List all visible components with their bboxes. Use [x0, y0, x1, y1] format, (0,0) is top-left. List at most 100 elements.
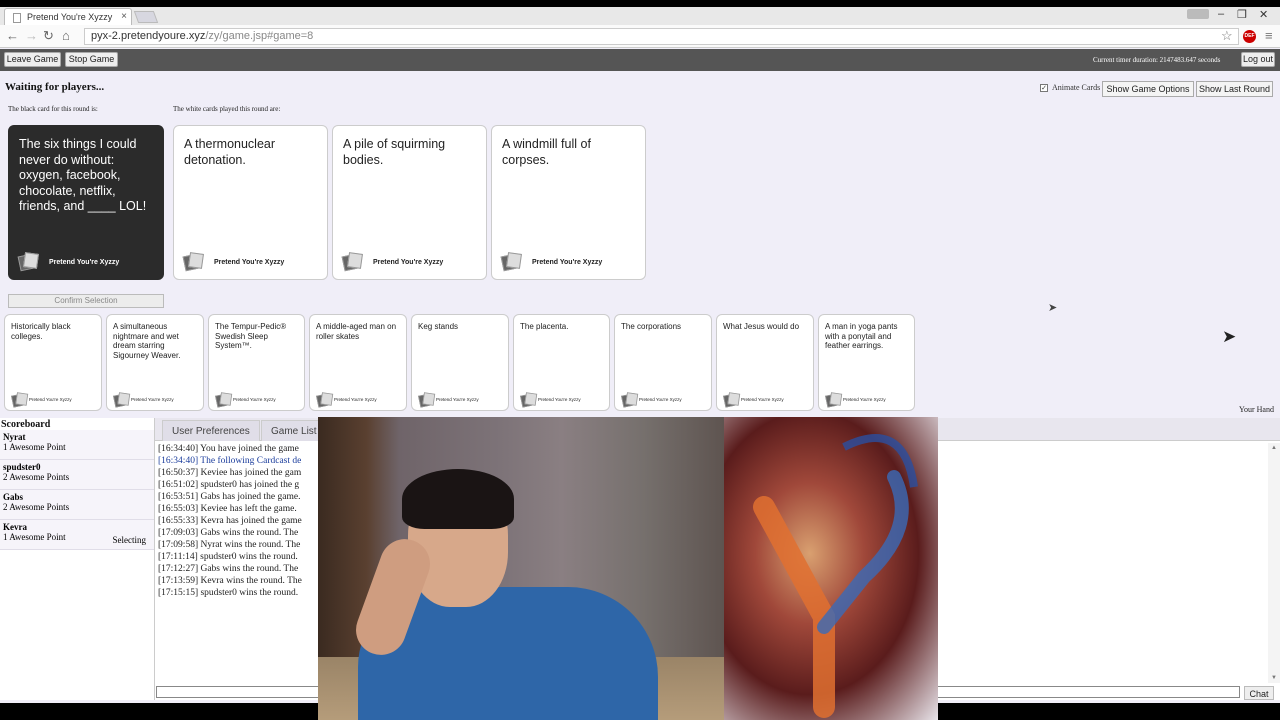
timer-text: Current timer duration: 2147483.647 seco…: [1093, 56, 1221, 64]
chat-button[interactable]: Chat: [1244, 686, 1274, 700]
black-card: The six things I could never do without:…: [8, 125, 164, 280]
hand-card-text: A simultaneous nightmare and wet dream s…: [113, 322, 181, 360]
bookmark-star-icon[interactable]: ☆: [1221, 28, 1233, 44]
hand-card[interactable]: A simultaneous nightmare and wet dream s…: [106, 314, 204, 411]
tab-bar: Pretend You're Xyzzy × – ❐ ✕: [0, 7, 1280, 25]
player-score: 2 Awesome Points: [3, 472, 70, 482]
stop-game-button[interactable]: Stop Game: [65, 52, 118, 67]
cards-logo-icon: [343, 253, 359, 267]
player-row: spudster0 2 Awesome Points: [0, 460, 154, 490]
scroll-up-icon[interactable]: ▲: [1271, 445, 1277, 451]
played-card-text: A thermonuclear detonation.: [184, 137, 276, 167]
cards-logo-icon: [419, 393, 429, 401]
reload-icon[interactable]: ↻: [43, 28, 54, 44]
hand-card[interactable]: Historically black colleges. Pretend You…: [4, 314, 102, 411]
cards-logo-icon: [317, 393, 327, 401]
restore-icon[interactable]: ❐: [1237, 8, 1247, 21]
animate-cards-toggle[interactable]: ✓ Animate Cards: [1040, 83, 1100, 92]
card-brand: Pretend You're Xyzzy: [131, 397, 174, 402]
hand-card[interactable]: The placenta. Pretend You're Xyzzy: [513, 314, 610, 411]
home-icon[interactable]: ⌂: [62, 28, 70, 43]
player-row: Gabs 2 Awesome Points: [0, 490, 154, 520]
cards-logo-icon: [12, 393, 22, 401]
card-brand: Pretend You're Xyzzy: [214, 259, 285, 266]
tab-user-preferences[interactable]: User Preferences: [162, 420, 260, 441]
player-row: Nyrat 1 Awesome Point: [0, 430, 154, 460]
cards-logo-icon: [724, 393, 734, 401]
game-status: Waiting for players...: [5, 81, 105, 93]
hand-card[interactable]: What Jesus would do Pretend You're Xyzzy: [716, 314, 814, 411]
card-brand: Pretend You're Xyzzy: [49, 259, 120, 266]
address-bar-row: ← → ↻ ⌂ pyx-2.pretendyoure.xyz/zy/game.j…: [0, 25, 1280, 48]
player-name: spudster0: [3, 462, 41, 472]
scroll-down-icon[interactable]: ▼: [1271, 675, 1277, 681]
cards-logo-icon: [521, 393, 531, 401]
show-last-round-button[interactable]: Show Last Round: [1196, 81, 1273, 97]
scoreboard-title: Scoreboard: [1, 419, 51, 430]
leave-game-button[interactable]: Leave Game: [4, 52, 61, 67]
back-icon[interactable]: ←: [6, 28, 19, 43]
card-brand: Pretend You're Xyzzy: [436, 397, 479, 402]
log-out-button[interactable]: Log out: [1241, 52, 1275, 67]
player-name: Kevra: [3, 522, 27, 532]
webcam-video: [318, 417, 724, 720]
hand-card[interactable]: A middle-aged man on roller skates Prete…: [309, 314, 407, 411]
cards-logo-icon: [114, 393, 124, 401]
flaming-y-logo-icon: [753, 434, 918, 718]
card-brand: Pretend You're Xyzzy: [639, 397, 682, 402]
cards-logo-icon: [622, 393, 632, 401]
white-cards-label: The white cards played this round are:: [173, 105, 281, 113]
tab-title: Pretend You're Xyzzy: [27, 12, 113, 22]
minimize-icon[interactable]: –: [1218, 8, 1224, 20]
user-profile-icon[interactable]: [1187, 9, 1209, 19]
hand-card-text: The corporations: [621, 322, 682, 331]
scoreboard: Scoreboard Nyrat 1 Awesome Point spudste…: [0, 418, 155, 700]
card-brand: Pretend You're Xyzzy: [334, 397, 377, 402]
player-score: 1 Awesome Point: [3, 442, 66, 452]
player-row: Kevra 1 Awesome Point Selecting: [0, 520, 154, 550]
mouse-pointer-icon: ➤: [1222, 327, 1237, 346]
played-card-text: A pile of squirming bodies.: [343, 137, 446, 167]
webcam-hair: [402, 469, 514, 529]
cards-logo-icon: [826, 393, 836, 401]
adblock-extension-icon[interactable]: DEF: [1243, 30, 1256, 43]
card-brand: Pretend You're Xyzzy: [843, 397, 886, 402]
tab-game-list[interactable]: Game List: [261, 420, 327, 441]
new-tab-button[interactable]: [133, 11, 159, 23]
browser-tab[interactable]: Pretend You're Xyzzy ×: [4, 8, 132, 25]
hand-card-text: A man in yoga pants with a ponytail and …: [825, 322, 898, 350]
chat-scrollbar[interactable]: ▲ ▼: [1268, 443, 1280, 683]
url-field[interactable]: pyx-2.pretendyoure.xyz/zy/game.jsp#game=…: [84, 28, 1239, 45]
hand-card[interactable]: A man in yoga pants with a ponytail and …: [818, 314, 915, 411]
hand-card-text: The placenta.: [520, 322, 569, 331]
url-host: pyx-2.pretendyoure.xyz: [91, 30, 206, 42]
hand-card[interactable]: The corporations Pretend You're Xyzzy: [614, 314, 712, 411]
card-brand: Pretend You're Xyzzy: [29, 397, 72, 402]
hand-card-text: Historically black colleges.: [11, 322, 71, 341]
card-brand: Pretend You're Xyzzy: [532, 259, 603, 266]
page-icon: [13, 13, 21, 23]
cards-logo-icon: [184, 253, 200, 267]
confirm-selection-button[interactable]: Confirm Selection: [8, 294, 164, 308]
forward-icon[interactable]: →: [25, 28, 38, 43]
close-window-icon[interactable]: ✕: [1259, 8, 1268, 21]
played-card[interactable]: A thermonuclear detonation. Pretend You'…: [173, 125, 328, 280]
menu-icon[interactable]: ≡: [1265, 28, 1273, 43]
cards-logo-icon: [19, 253, 35, 267]
show-game-options-button[interactable]: Show Game Options: [1102, 81, 1194, 97]
cards-logo-icon: [216, 393, 226, 401]
played-card[interactable]: A windmill full of corpses. Pretend You'…: [491, 125, 646, 280]
black-card-text: The six things I could never do without:…: [19, 137, 147, 213]
hand-card[interactable]: Keg stands Pretend You're Xyzzy: [411, 314, 509, 411]
card-brand: Pretend You're Xyzzy: [741, 397, 784, 402]
checkbox-icon[interactable]: ✓: [1040, 84, 1048, 92]
animate-cards-label: Animate Cards: [1052, 83, 1101, 92]
hand-card[interactable]: The Tempur-Pedic® Swedish Sleep System™.…: [208, 314, 305, 411]
player-name: Gabs: [3, 492, 24, 502]
close-tab-icon[interactable]: ×: [121, 11, 127, 22]
player-score: 2 Awesome Points: [3, 502, 70, 512]
played-card[interactable]: A pile of squirming bodies. Pretend You'…: [332, 125, 487, 280]
hand-card-text: The Tempur-Pedic® Swedish Sleep System™.: [215, 322, 287, 350]
channel-logo: [724, 417, 938, 720]
black-card-label: The black card for this round is:: [8, 105, 98, 113]
